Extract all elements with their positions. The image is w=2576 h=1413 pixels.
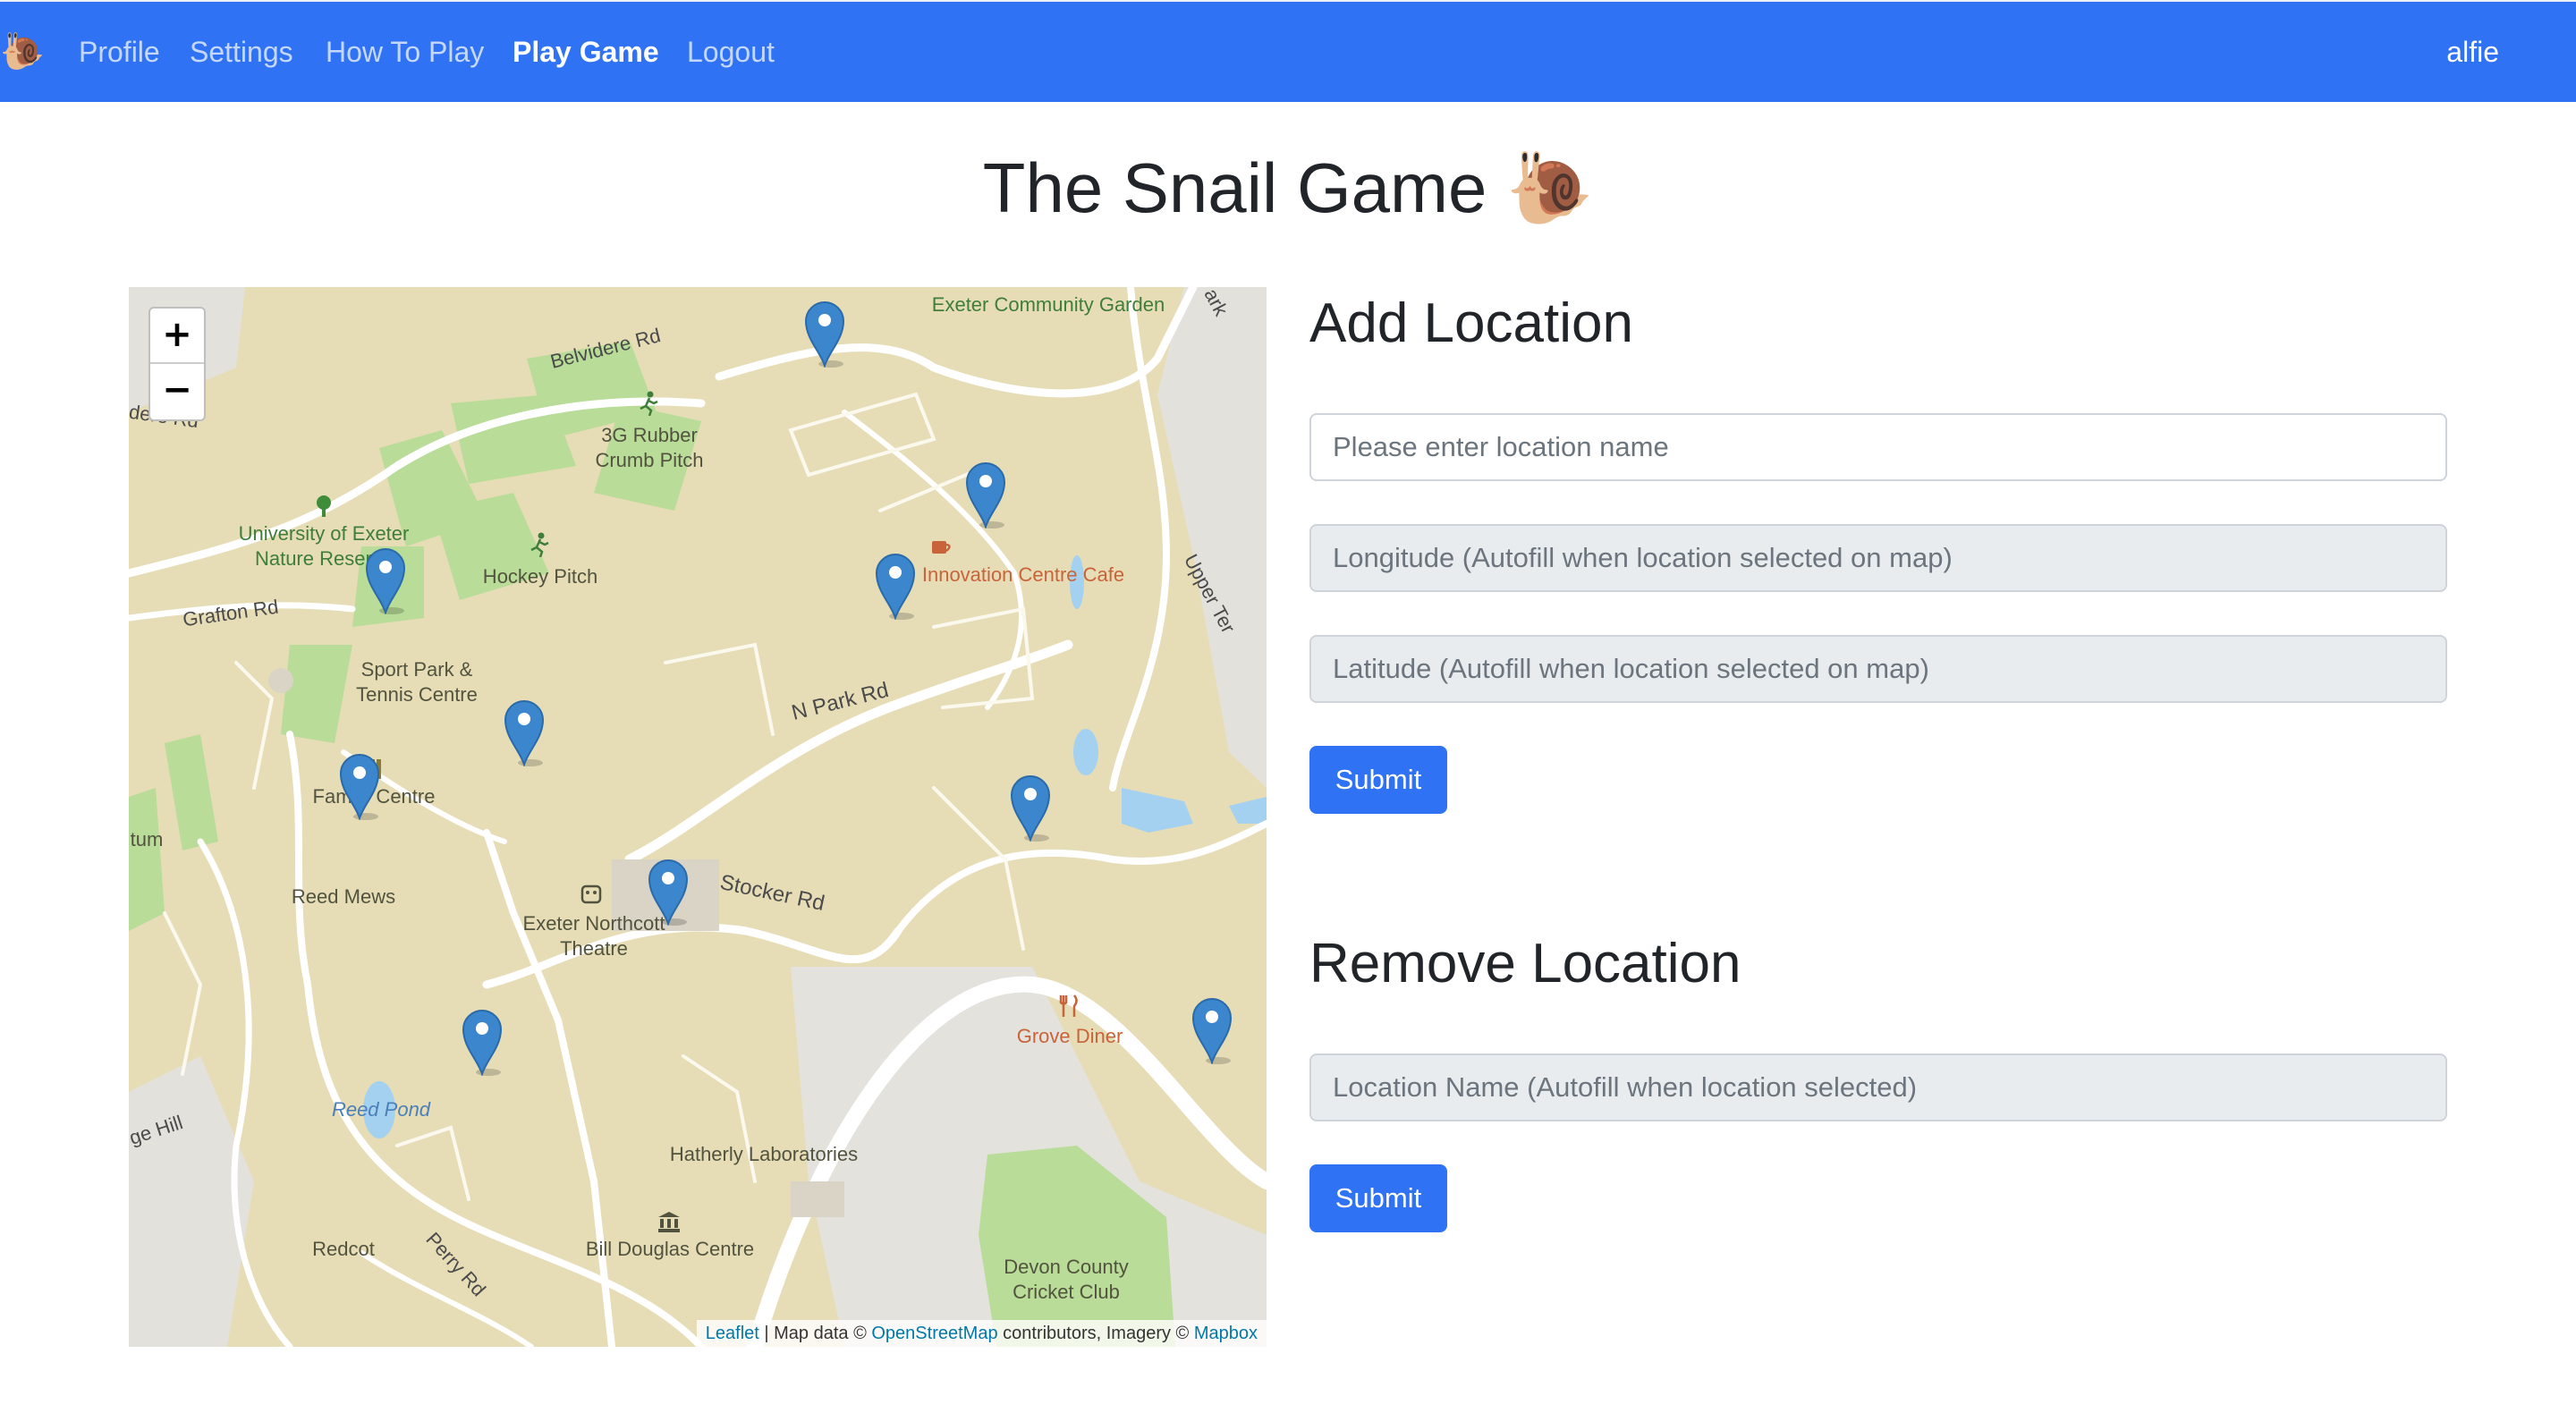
map[interactable]: Exeter Community Garden 3G Rubber Crumb … xyxy=(129,287,1267,1347)
openstreetmap-link[interactable]: OpenStreetMap xyxy=(871,1324,997,1343)
map-label-sport-park: Sport Park & Tennis Centre xyxy=(356,658,478,706)
theatre-icon xyxy=(580,884,602,904)
leaflet-link[interactable]: Leaflet xyxy=(706,1324,759,1343)
museum-icon xyxy=(658,1212,680,1232)
restaurant-icon xyxy=(1059,994,1078,1017)
brand-snail-icon[interactable]: 🐌 xyxy=(0,32,45,72)
remove-location-submit-button[interactable]: Submit xyxy=(1309,1164,1447,1232)
map-label-rubber-pitch: 3G Rubber Crumb Pitch xyxy=(595,424,704,471)
map-marker[interactable] xyxy=(873,548,918,622)
map-label-redcot: Redcot xyxy=(312,1238,375,1260)
add-location-title: Add Location xyxy=(1309,292,1633,354)
location-name-input[interactable] xyxy=(1309,413,2447,481)
map-marker[interactable] xyxy=(363,543,408,616)
navbar: 🐌 Profile Settings How To Play Play Game… xyxy=(0,0,2576,102)
nav-link-how-to-play[interactable]: How To Play xyxy=(326,34,484,70)
map-label-tum: tum xyxy=(130,828,164,850)
zoom-out-button[interactable]: − xyxy=(150,364,204,418)
latitude-input[interactable] xyxy=(1309,635,2447,703)
runner-icon xyxy=(640,391,658,416)
zoom-control: + − xyxy=(148,307,206,421)
page-title: The Snail Game 🐌 xyxy=(982,148,1594,227)
map-marker[interactable] xyxy=(802,296,847,369)
attribution-text-2: contributors, Imagery © xyxy=(997,1324,1194,1343)
add-location-submit-button[interactable]: Submit xyxy=(1309,746,1447,814)
remove-location-name-input[interactable] xyxy=(1309,1053,2447,1121)
map-marker[interactable] xyxy=(963,457,1008,530)
mapbox-link[interactable]: Mapbox xyxy=(1194,1324,1258,1343)
remove-location-title: Remove Location xyxy=(1309,933,1741,994)
map-label-hatherly: Hatherly Laboratories xyxy=(669,1143,859,1165)
map-marker[interactable] xyxy=(646,854,691,927)
nav-link-profile[interactable]: Profile xyxy=(79,34,160,70)
longitude-input[interactable] xyxy=(1309,524,2447,592)
attribution-text-1: | Map data © xyxy=(758,1324,872,1343)
nav-link-settings[interactable]: Settings xyxy=(190,34,293,70)
map-label-reed-pond: Reed Pond xyxy=(331,1098,431,1121)
map-label-bill-douglas: Bill Douglas Centre xyxy=(585,1238,755,1260)
nav-link-logout[interactable]: Logout xyxy=(687,34,775,70)
map-marker[interactable] xyxy=(1008,770,1053,843)
map-attribution: Leaflet | Map data © OpenStreetMap contr… xyxy=(696,1320,1267,1347)
map-label-grove-diner: Grove Diner xyxy=(1016,1025,1123,1047)
map-marker[interactable] xyxy=(502,695,547,768)
cafe-icon xyxy=(932,541,951,554)
map-label-hockey-pitch: Hockey Pitch xyxy=(482,565,598,588)
map-label-reed-mews: Reed Mews xyxy=(291,885,396,908)
map-label-cricket-club: Devon County Cricket Club xyxy=(1004,1256,1129,1303)
nav-username[interactable]: alfie xyxy=(2446,34,2499,70)
map-marker[interactable] xyxy=(1190,993,1234,1066)
map-label-innovation-cafe: Innovation Centre Cafe xyxy=(921,563,1125,586)
nav-link-play-game[interactable]: Play Game xyxy=(513,34,659,70)
map-marker[interactable] xyxy=(460,1004,504,1078)
map-label-community-garden: Exeter Community Garden xyxy=(931,293,1165,316)
hockey-icon xyxy=(530,532,549,557)
map-marker[interactable] xyxy=(337,749,382,822)
tree-icon xyxy=(317,495,331,517)
zoom-in-button[interactable]: + xyxy=(150,309,204,364)
